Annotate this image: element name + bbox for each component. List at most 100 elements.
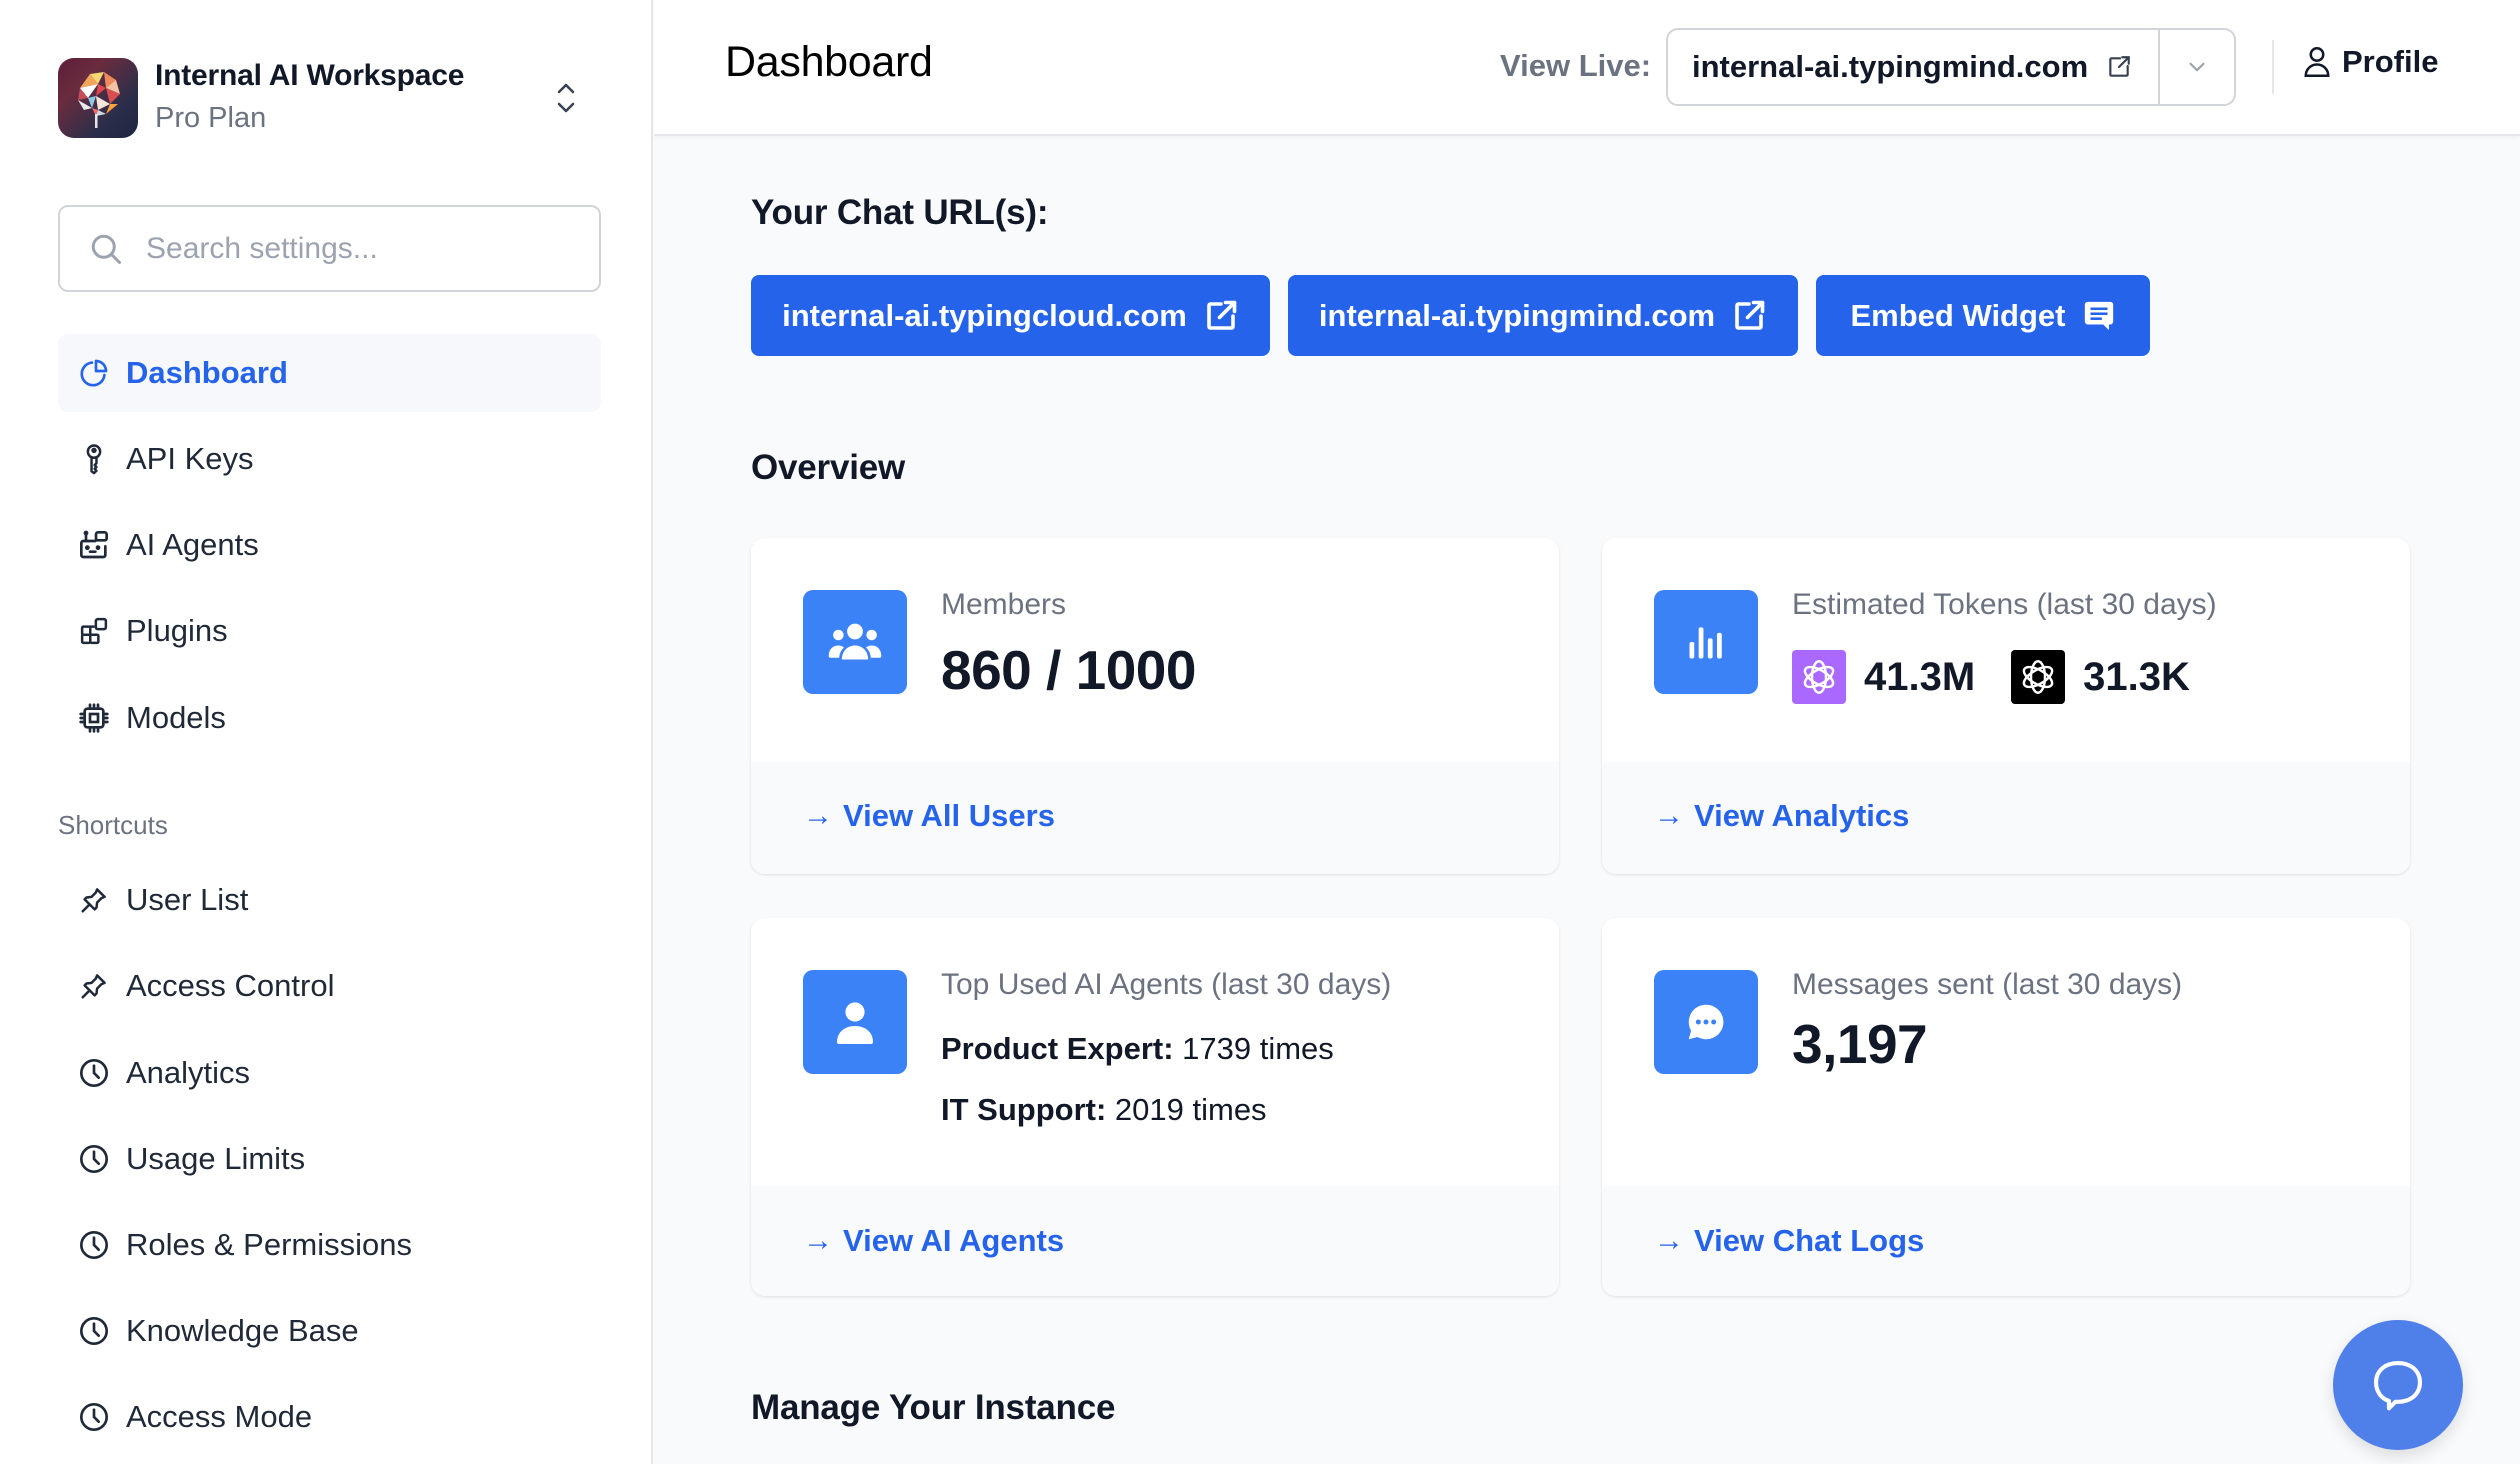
sidebar-item-models[interactable]: Models <box>58 679 601 757</box>
shortcut-knowledge-base[interactable]: Knowledge Base <box>58 1292 601 1370</box>
brain-logo-icon <box>78 72 120 128</box>
workspace-name: Internal AI Workspace <box>155 59 465 92</box>
sidebar-item-plugins[interactable]: Plugins <box>58 592 601 670</box>
header-divider <box>2272 40 2274 94</box>
shortcut-analytics[interactable]: Analytics <box>58 1034 601 1112</box>
workspace-switcher[interactable]: Internal AI Workspace Pro Plan <box>58 56 598 140</box>
top-agents-card: Top Used AI Agents (last 30 days) Produc… <box>751 918 1559 1296</box>
search-icon <box>91 234 121 264</box>
arrow-right-icon: → <box>803 799 833 832</box>
link-label: View Chat Logs <box>1694 1223 1925 1258</box>
workspace-plan: Pro Plan <box>155 102 267 134</box>
members-tile <box>803 590 907 694</box>
embed-widget-button[interactable]: Embed Widget <box>1816 275 2150 356</box>
sidebar-item-label: Plugins <box>126 613 228 648</box>
members-label: Members <box>941 588 1067 621</box>
button-label: internal-ai.typingmind.com <box>1318 297 1716 333</box>
agents-tile <box>803 970 907 1074</box>
search-settings-box[interactable] <box>58 205 601 292</box>
external-link-icon <box>1731 298 1767 334</box>
agents-label: Top Used AI Agents (last 30 days) <box>941 968 1392 1001</box>
shortcut-label: Roles & Permissions <box>126 1227 412 1262</box>
chat-lines-icon <box>2082 299 2116 333</box>
arrow-right-icon: → <box>1654 1224 1684 1257</box>
sidebar-item-label: AI Agents <box>126 527 259 562</box>
members-value: 860 / 1000 <box>941 639 1196 701</box>
link-label: View AI Agents <box>843 1223 1065 1258</box>
messages-value: 3,197 <box>1792 1013 1928 1075</box>
shortcut-label: Usage Limits <box>126 1141 306 1176</box>
members-card: Members 860 / 1000 → View All Users <box>751 538 1559 874</box>
shortcut-access-control[interactable]: Access Control <box>58 947 601 1025</box>
chat-urls-title: Your Chat URL(s): <box>751 193 1049 232</box>
support-chat-button[interactable] <box>2333 1320 2463 1450</box>
chat-dots-icon <box>1688 1004 1724 1040</box>
chat-bubble-icon <box>2373 1360 2423 1411</box>
sidebar-item-ai-agents[interactable]: AI Agents <box>58 506 601 584</box>
agent-row: Product Expert: 1739 times <box>941 1031 1334 1067</box>
messages-tile <box>1654 970 1758 1074</box>
openai-purple-icon <box>1792 650 1846 704</box>
sidebar-item-api-keys[interactable]: API Keys <box>58 420 601 498</box>
sidebar-item-label: Dashboard <box>126 355 288 390</box>
view-ai-agents-link[interactable]: → View AI Agents <box>803 1223 1064 1259</box>
view-live-url: internal-ai.typingmind.com <box>1692 49 2089 84</box>
sidebar-item-label: API Keys <box>126 441 254 476</box>
tokens-card: Estimated Tokens (last 30 days) 41.3M 31… <box>1602 538 2410 874</box>
tokens-label: Estimated Tokens (last 30 days) <box>1792 588 2217 621</box>
chevron-up-down-icon[interactable] <box>552 78 580 118</box>
button-label: internal-ai.typingcloud.com <box>782 297 1187 333</box>
profile-button[interactable]: Profile <box>2302 44 2438 80</box>
agent-count: 1739 times <box>1182 1031 1334 1066</box>
view-live-label: View Live: <box>1500 48 1652 83</box>
view-analytics-link[interactable]: → View Analytics <box>1654 798 1909 834</box>
page-title: Dashboard <box>725 38 933 86</box>
arrow-right-icon: → <box>1654 799 1684 832</box>
external-link-icon <box>1203 298 1239 334</box>
pin-icon <box>76 968 112 1004</box>
messages-label: Messages sent (last 30 days) <box>1792 968 2183 1001</box>
view-live-select[interactable]: internal-ai.typingmind.com <box>1666 28 2236 106</box>
manage-instance-title: Manage Your Instance <box>751 1388 1116 1427</box>
search-settings-input[interactable] <box>146 231 566 266</box>
shortcut-roles-permissions[interactable]: Roles & Permissions <box>58 1206 601 1284</box>
agent-name: Product Expert: <box>941 1031 1174 1066</box>
shortcuts-heading: Shortcuts <box>58 810 168 840</box>
key-icon <box>76 441 112 477</box>
overview-title: Overview <box>751 448 906 487</box>
shortcut-label: Access Mode <box>126 1399 313 1434</box>
shortcut-label: User List <box>126 882 249 917</box>
top-header: Dashboard View Live: internal-ai.typingm… <box>654 0 2520 136</box>
users-group-icon <box>828 623 882 660</box>
view-live-open-link[interactable]: internal-ai.typingmind.com <box>1668 30 2158 104</box>
sidebar-item-label: Models <box>126 700 226 735</box>
chip-icon <box>76 700 112 736</box>
sidebar-item-dashboard[interactable]: Dashboard <box>58 334 601 412</box>
view-chat-logs-link[interactable]: → View Chat Logs <box>1654 1223 1924 1259</box>
clock-icon <box>76 1227 112 1263</box>
puzzle-icon <box>76 613 112 649</box>
shortcut-label: Access Control <box>126 968 335 1003</box>
bar-chart-icon <box>1689 627 1722 659</box>
link-label: View Analytics <box>1694 798 1910 833</box>
tokens-value-1: 41.3M <box>1864 654 1976 699</box>
user-icon <box>837 1002 873 1044</box>
clock-icon <box>76 1141 112 1177</box>
view-all-users-link[interactable]: → View All Users <box>803 798 1055 834</box>
pin-icon <box>76 882 112 918</box>
button-label: Embed Widget <box>1850 297 2066 333</box>
robot-icon <box>76 527 112 563</box>
view-live-dropdown-toggle[interactable] <box>2158 30 2234 104</box>
agent-name: IT Support: <box>941 1092 1107 1127</box>
shortcut-access-mode[interactable]: Access Mode <box>58 1378 601 1456</box>
clock-icon <box>76 1399 112 1435</box>
shortcut-label: Knowledge Base <box>126 1313 359 1348</box>
chat-url-typingmind-button[interactable]: internal-ai.typingmind.com <box>1288 275 1798 356</box>
clock-icon <box>76 1055 112 1091</box>
chat-url-typingcloud-button[interactable]: internal-ai.typingcloud.com <box>751 275 1270 356</box>
shortcut-user-list[interactable]: User List <box>58 861 601 939</box>
shortcut-usage-limits[interactable]: Usage Limits <box>58 1120 601 1198</box>
user-icon <box>2304 47 2330 77</box>
tokens-value-2: 31.3K <box>2083 654 2190 699</box>
arrow-right-icon: → <box>803 1224 833 1257</box>
